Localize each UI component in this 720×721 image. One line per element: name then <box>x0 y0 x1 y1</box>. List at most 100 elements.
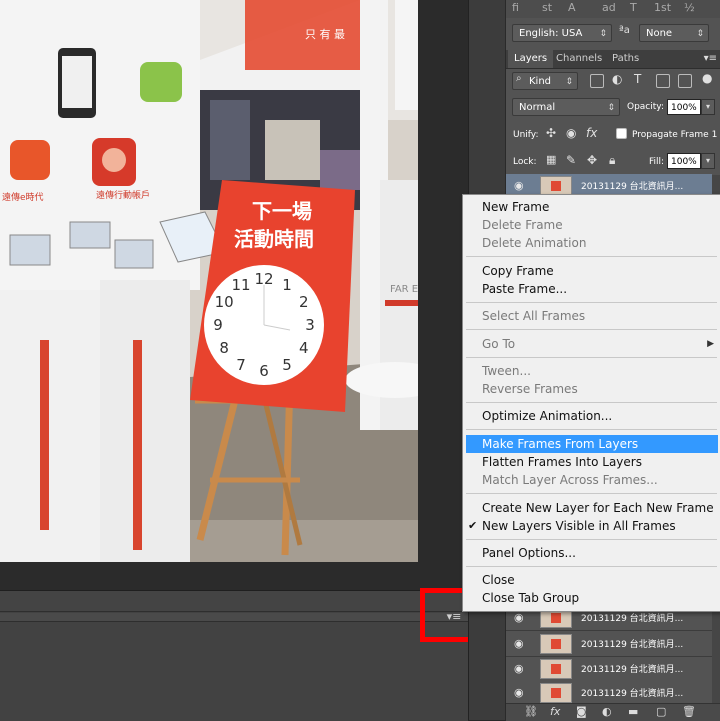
panel-text-2: 遠傳行動帳戶 <box>96 189 150 201</box>
menu-item-close-tab-group[interactable]: Close Tab Group <box>463 589 720 607</box>
layers-panel-menu-icon[interactable]: ▾≡ <box>704 50 717 68</box>
document-canvas[interactable]: 只 有 最 FAR EA 遠傳e時代 遠傳行動帳戶 <box>0 0 468 590</box>
clock-number: 6 <box>259 362 269 380</box>
layer-name: 20131129 台北資訊月... <box>581 689 684 699</box>
adjustment-layer-icon[interactable]: ◐ <box>602 705 612 718</box>
smart-object-filter-icon[interactable] <box>678 74 692 88</box>
new-layer-icon[interactable]: ▢ <box>656 705 666 718</box>
antialias-select[interactable]: None <box>639 24 709 43</box>
opacity-input[interactable]: 100% <box>667 99 701 115</box>
layer-thumbnail <box>540 659 572 679</box>
link-layers-icon[interactable]: ⛓ <box>524 705 538 718</box>
menu-item-reverse-frames[interactable]: Reverse Frames <box>463 380 720 398</box>
layer-thumbnail <box>540 683 572 703</box>
fill-input[interactable]: 100% <box>667 153 701 169</box>
fill-dropdown-arrow[interactable]: ▾ <box>701 153 715 169</box>
menu-separator <box>466 357 717 358</box>
adjustment-filter-icon[interactable]: ◐ <box>612 72 622 86</box>
propagate-label: Propagate Frame 1 <box>632 130 718 140</box>
glyph-ordinal[interactable]: 1st <box>654 1 671 14</box>
layer-name: 20131129 台北資訊月... <box>581 614 684 624</box>
lock-transparent-icon[interactable]: ▦ <box>546 153 556 166</box>
menu-item-go-to[interactable]: Go To ▶ <box>463 335 720 353</box>
menu-item-make-frames-from-layers[interactable]: Make Frames From Layers <box>466 435 718 453</box>
search-icon: ⌕ <box>516 73 522 84</box>
clock-number: 9 <box>213 316 223 334</box>
menu-item-panel-options[interactable]: Panel Options... <box>463 544 720 562</box>
layers-panel-footer: ⛓ fx ◙ ◐ ▬ ▢ 🗑︎ <box>506 703 720 721</box>
filter-kind-select[interactable]: Kind <box>512 72 578 91</box>
eye-icon[interactable]: ◉ <box>514 637 528 651</box>
menu-item-close[interactable]: Close <box>463 571 720 589</box>
layer-row[interactable]: ◉ 20131129 台北資訊月... <box>506 632 712 657</box>
blend-mode-select[interactable]: Normal <box>512 98 620 117</box>
menu-item-delete-frame[interactable]: Delete Frame <box>463 216 720 234</box>
menu-separator <box>466 329 717 330</box>
eye-icon[interactable]: ◉ <box>514 662 528 676</box>
unify-position-icon[interactable]: ✣ <box>546 126 556 140</box>
menu-item-flatten-frames-into-layers[interactable]: Flatten Frames Into Layers <box>463 453 720 471</box>
unify-label: Unify: <box>513 130 539 140</box>
filter-toggle-icon[interactable]: ● <box>702 71 712 85</box>
menu-item-select-all-frames[interactable]: Select All Frames <box>463 307 720 325</box>
type-filter-icon[interactable]: T <box>634 72 641 86</box>
clock-number: 1 <box>282 276 292 294</box>
panel-text-1: 遠傳e時代 <box>2 191 44 203</box>
new-group-icon[interactable]: ▬ <box>628 705 638 718</box>
lock-all-icon[interactable]: 🔒︎ <box>609 153 615 168</box>
pixel-filter-icon[interactable] <box>590 74 604 88</box>
photo-illustration: 只 有 最 FAR EA 遠傳e時代 遠傳行動帳戶 <box>0 0 418 562</box>
tab-paths[interactable]: Paths <box>606 50 645 68</box>
clock-number: 10 <box>215 293 234 311</box>
tab-layers[interactable]: Layers <box>508 50 554 68</box>
menu-item-paste-frame[interactable]: Paste Frame... <box>463 280 720 298</box>
menu-separator <box>466 493 717 494</box>
menu-separator <box>466 302 717 303</box>
menu-item-match-layer-across-frames[interactable]: Match Layer Across Frames... <box>463 471 720 489</box>
clock-number: 4 <box>299 339 309 357</box>
unify-visibility-icon[interactable]: ◉ <box>566 126 576 140</box>
menu-separator <box>466 429 717 430</box>
sign-line-1: 下一場 <box>252 199 312 223</box>
layer-mask-icon[interactable]: ◙ <box>576 705 587 718</box>
menu-item-copy-frame[interactable]: Copy Frame <box>463 262 720 280</box>
layer-row[interactable]: ◉ 20131129 台北資訊月... <box>506 657 712 682</box>
clock-number: 2 <box>299 293 309 311</box>
menu-item-tween[interactable]: Tween... <box>463 362 720 380</box>
menu-separator <box>466 402 717 403</box>
lock-position-icon[interactable]: ✥ <box>587 153 597 167</box>
antialias-aa-icon: ªa <box>619 25 630 36</box>
eye-icon[interactable]: ◉ <box>514 611 528 625</box>
timeline-panel <box>0 590 468 721</box>
layer-name: 20131129 台北資訊月... <box>581 665 684 675</box>
tab-channels[interactable]: Channels <box>550 50 608 68</box>
glyph-fraction[interactable]: ½ <box>684 1 695 14</box>
language-select[interactable]: English: USA <box>512 24 612 43</box>
eye-icon[interactable]: ◉ <box>514 686 528 700</box>
opacity-dropdown-arrow[interactable]: ▾ <box>701 99 715 115</box>
propagate-checkbox[interactable] <box>616 128 627 139</box>
glyph-st[interactable]: st <box>542 1 552 14</box>
clock-number: 8 <box>219 339 229 357</box>
glyph-a[interactable]: A <box>568 1 576 14</box>
timeline-divider <box>0 613 468 622</box>
layers-tab-bar: Layers Channels Paths ▾≡ <box>506 50 720 69</box>
lock-brush-icon[interactable]: ✎ <box>566 153 576 167</box>
unify-style-icon[interactable]: fx <box>586 126 597 140</box>
menu-item-optimize-animation[interactable]: Optimize Animation... <box>463 407 720 425</box>
glyph-fi[interactable]: fi <box>512 1 519 14</box>
menu-item-create-new-layer-each-frame[interactable]: Create New Layer for Each New Frame <box>463 499 720 517</box>
trash-icon[interactable]: 🗑︎ <box>682 705 696 718</box>
shape-filter-icon[interactable] <box>656 74 670 88</box>
menu-item-new-layers-visible[interactable]: ✔ New Layers Visible in All Frames <box>463 517 720 535</box>
glyph-ad[interactable]: ad <box>602 1 616 14</box>
sign-line-2: 活動時間 <box>234 227 314 251</box>
menu-item-new-layers-visible-label: New Layers Visible in All Frames <box>482 519 676 533</box>
menu-item-delete-animation[interactable]: Delete Animation <box>463 234 720 252</box>
eye-icon[interactable]: ◉ <box>514 179 528 193</box>
clock-number: 11 <box>231 276 250 294</box>
layer-style-icon[interactable]: fx <box>550 705 560 718</box>
menu-item-go-to-label: Go To <box>482 337 516 351</box>
menu-item-new-frame[interactable]: New Frame <box>463 198 720 216</box>
glyph-t[interactable]: T <box>630 1 637 14</box>
